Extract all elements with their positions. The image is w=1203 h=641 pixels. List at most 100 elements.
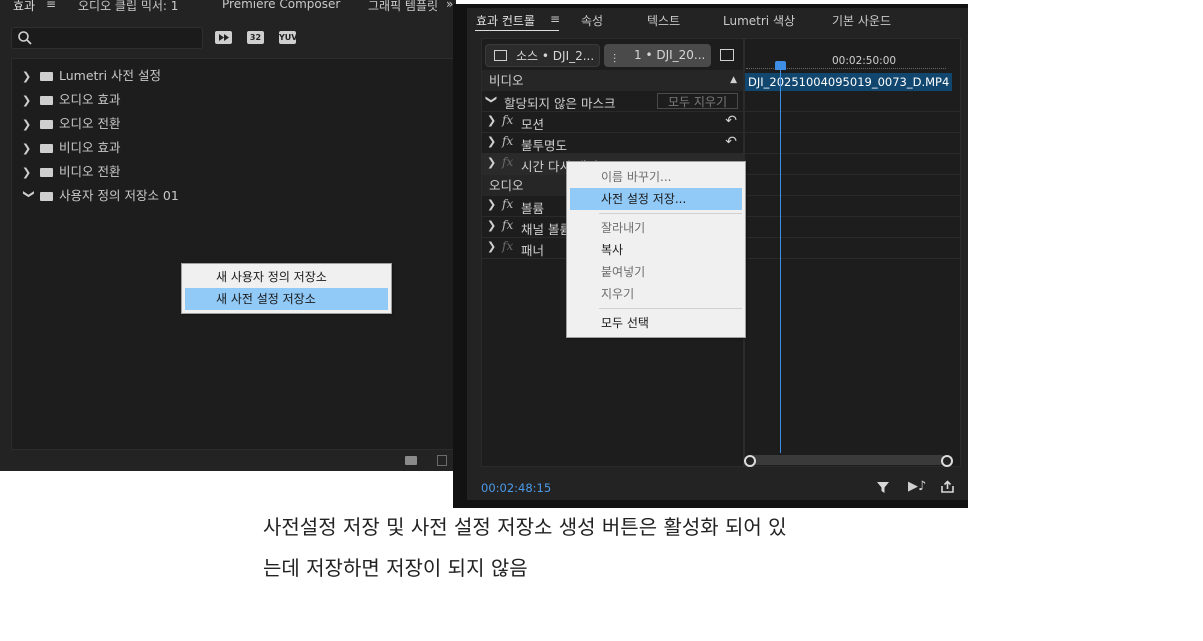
video-section-label: 비디오 xyxy=(489,73,524,88)
tab-properties[interactable]: 속성 xyxy=(581,12,603,29)
effects-bottom-bar xyxy=(11,450,456,471)
effects-search-input[interactable] xyxy=(11,27,203,49)
chevron-down-icon[interactable]: ❯ xyxy=(485,95,498,104)
sequence-icon: ⫶ xyxy=(613,52,617,66)
scrollbar-left-handle[interactable] xyxy=(744,455,756,467)
chevron-right-icon[interactable]: ❯ xyxy=(22,70,36,83)
panel-menu-icon[interactable]: ≡ xyxy=(550,12,560,26)
current-timecode[interactable]: 00:02:48:15 xyxy=(481,481,551,495)
menu-item-cut[interactable]: 잘라내기 xyxy=(570,217,742,239)
tree-item-audio-effects[interactable]: ❯ 오디오 효과 xyxy=(22,89,120,109)
row-effect-opacity[interactable]: ❯ fx 불투명도 ↶ xyxy=(482,133,743,154)
32bit-effects-icon[interactable]: 32 xyxy=(247,31,264,44)
menu-item-select-all[interactable]: 모두 선택 xyxy=(570,312,742,334)
tab-graphic-templates[interactable]: 그래픽 템플릿 xyxy=(368,0,438,14)
menu-item-copy[interactable]: 복사 xyxy=(570,239,742,261)
menu-item-new-custom-bin[interactable]: 새 사용자 정의 저장소 xyxy=(185,266,388,288)
effects-context-menu: 새 사용자 정의 저장소 새 사전 설정 저장소 xyxy=(181,263,392,314)
playhead-line[interactable] xyxy=(780,67,781,453)
toggle-timeline-icon[interactable] xyxy=(720,49,734,61)
folder-icon xyxy=(40,168,53,177)
tree-item-video-effects[interactable]: ❯ 비디오 효과 xyxy=(22,137,120,157)
timeline-row xyxy=(745,154,960,175)
effects-panel-tabs: 효과 ≡ 오디오 클립 믹서: 1 Premiere Composer 그래픽 … xyxy=(0,0,456,14)
fx-icon[interactable]: fx xyxy=(502,134,513,148)
row-label: 볼륨 xyxy=(521,201,545,216)
tab-premiere-composer[interactable]: Premiere Composer xyxy=(222,0,340,11)
filter-icon[interactable] xyxy=(876,480,890,494)
clip-icon xyxy=(494,50,507,61)
chevron-right-icon[interactable]: ❯ xyxy=(487,156,496,169)
timeline-row xyxy=(745,175,960,196)
video-section-header: 비디오 ▲ xyxy=(482,70,743,91)
timeline-zoom-scrollbar[interactable] xyxy=(748,455,946,465)
sequence-clip-selector[interactable]: ⫶ 1 • DJI_20... xyxy=(604,44,711,67)
timeline-row xyxy=(745,238,960,259)
accelerated-effects-icon[interactable] xyxy=(215,31,232,44)
folder-icon xyxy=(40,192,53,201)
chevron-right-icon[interactable]: ❯ xyxy=(487,135,496,148)
tree-item-label: 오디오 전환 xyxy=(59,116,121,131)
timeline-row xyxy=(745,91,960,112)
row-label: 모션 xyxy=(521,117,545,132)
fx-icon[interactable]: fx xyxy=(502,113,513,127)
reset-icon[interactable]: ↶ xyxy=(725,134,737,150)
tree-item-label: 비디오 전환 xyxy=(59,164,121,179)
yuv-effects-icon[interactable]: YUV xyxy=(279,31,297,44)
menu-item-new-preset-bin[interactable]: 새 사전 설정 저장소 xyxy=(185,288,388,310)
trash-icon[interactable] xyxy=(437,455,447,466)
tab-essential-sound[interactable]: 기본 사운드 xyxy=(832,12,891,29)
folder-icon xyxy=(40,144,53,153)
tab-text[interactable]: 텍스트 xyxy=(647,12,680,29)
tree-item-audio-transitions[interactable]: ❯ 오디오 전환 xyxy=(22,113,120,133)
menu-item-save-preset[interactable]: 사전 설정 저장... xyxy=(570,188,742,210)
tab-lumetri-color[interactable]: Lumetri 색상 xyxy=(723,12,795,29)
row-unassigned-mask[interactable]: ❯ 할당되지 않은 마스크 모두 지우기 xyxy=(482,91,743,112)
chevron-right-icon[interactable]: ❯ xyxy=(22,118,36,131)
play-audio-icon[interactable]: ▶♪ xyxy=(908,479,926,494)
fx-icon[interactable]: fx xyxy=(502,155,513,169)
row-label: 채널 볼륨 xyxy=(521,222,571,237)
scrollbar-right-handle[interactable] xyxy=(941,455,953,467)
reset-icon[interactable]: ↶ xyxy=(725,113,737,129)
tree-item-lumetri-presets[interactable]: ❯ Lumetri 사전 설정 xyxy=(22,65,161,85)
collapse-up-icon[interactable]: ▲ xyxy=(730,70,737,91)
clip-bar[interactable]: DJI_20251004095019_0073_D.MP4 xyxy=(745,73,952,91)
tree-item-video-transitions[interactable]: ❯ 비디오 전환 xyxy=(22,161,120,181)
chevron-right-icon[interactable]: ❯ xyxy=(487,240,496,253)
fx-icon[interactable]: fx xyxy=(502,239,513,253)
tab-effects[interactable]: 효과 xyxy=(13,0,35,14)
search-icon xyxy=(18,31,32,45)
active-tab-underline xyxy=(475,30,559,31)
source-clip-selector[interactable]: 소스 • DJI_2... xyxy=(485,44,600,67)
accelerated-glyph-icon xyxy=(219,34,229,41)
source-clip-label: 소스 • DJI_2... xyxy=(516,49,595,63)
fx-icon[interactable]: fx xyxy=(502,218,513,232)
chevron-right-icon[interactable]: ❯ xyxy=(22,94,36,107)
clear-all-button[interactable]: 모두 지우기 xyxy=(657,93,738,109)
fx-icon[interactable]: fx xyxy=(502,197,513,211)
tree-item-label: 비디오 효과 xyxy=(59,140,121,155)
timeline-row xyxy=(745,112,960,133)
row-effect-motion[interactable]: ❯ fx 모션 ↶ xyxy=(482,112,743,133)
tree-item-custom-bin-01[interactable]: ❯ 사용자 정의 저장소 01 xyxy=(22,185,179,205)
tab-audio-clip-mixer[interactable]: 오디오 클립 믹서: 1 xyxy=(78,0,178,14)
panel-menu-icon[interactable]: ≡ xyxy=(46,0,56,11)
menu-item-rename[interactable]: 이름 바꾸기... xyxy=(570,166,742,188)
chevron-right-icon[interactable]: ❯ xyxy=(22,166,36,179)
chevron-right-icon[interactable]: ❯ xyxy=(487,114,496,127)
audio-section-label: 오디오 xyxy=(489,178,524,193)
chevron-right-icon[interactable]: ❯ xyxy=(487,219,496,232)
chevron-right-icon[interactable]: ❯ xyxy=(22,142,36,155)
preset-folder-icon xyxy=(40,72,53,81)
effect-context-menu: 이름 바꾸기... 사전 설정 저장... 잘라내기 복사 붙여넣기 지우기 모… xyxy=(566,161,746,338)
menu-separator xyxy=(599,308,742,309)
chevron-down-icon[interactable]: ❯ xyxy=(23,190,36,204)
menu-item-clear[interactable]: 지우기 xyxy=(570,283,742,305)
export-icon[interactable] xyxy=(940,480,955,494)
new-bin-icon[interactable] xyxy=(405,456,417,465)
row-label: 불투명도 xyxy=(521,138,568,153)
tab-effect-controls[interactable]: 효과 컨트롤 xyxy=(476,12,535,29)
menu-item-paste[interactable]: 붙여넣기 xyxy=(570,261,742,283)
chevron-right-icon[interactable]: ❯ xyxy=(487,198,496,211)
